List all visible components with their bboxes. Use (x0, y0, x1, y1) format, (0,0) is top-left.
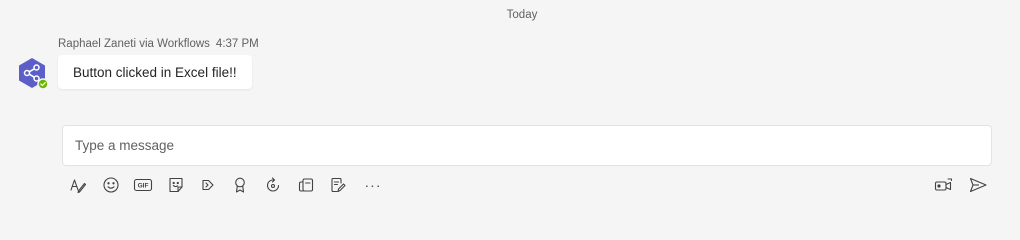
praise-icon[interactable] (230, 175, 250, 195)
gif-icon[interactable]: GIF (133, 175, 153, 195)
format-icon[interactable] (68, 175, 88, 195)
approvals-icon[interactable] (328, 175, 348, 195)
message-input[interactable] (63, 126, 991, 165)
message-bubble[interactable]: Button clicked in Excel file!! (58, 55, 252, 89)
status-available-icon (37, 78, 49, 90)
message-header: Raphael Zaneti via Workflows 4:37 PM (58, 38, 259, 50)
sticker-icon[interactable] (166, 175, 186, 195)
schedule-icon[interactable] (296, 175, 316, 195)
compose-box[interactable] (62, 125, 992, 166)
sender-name[interactable]: Raphael Zaneti via Workflows (58, 38, 210, 50)
more-options-icon[interactable]: ··· (362, 175, 384, 195)
video-clip-icon[interactable] (934, 175, 954, 195)
meet-now-icon[interactable] (198, 175, 218, 195)
send-icon[interactable] (968, 175, 988, 195)
message-time: 4:37 PM (215, 38, 259, 50)
date-divider: Today (506, 9, 538, 21)
avatar[interactable] (16, 57, 49, 90)
emoji-icon[interactable] (101, 175, 121, 195)
svg-text:GIF: GIF (138, 183, 149, 190)
message-text: Button clicked in Excel file!! (73, 64, 237, 80)
loop-icon[interactable] (263, 175, 283, 195)
